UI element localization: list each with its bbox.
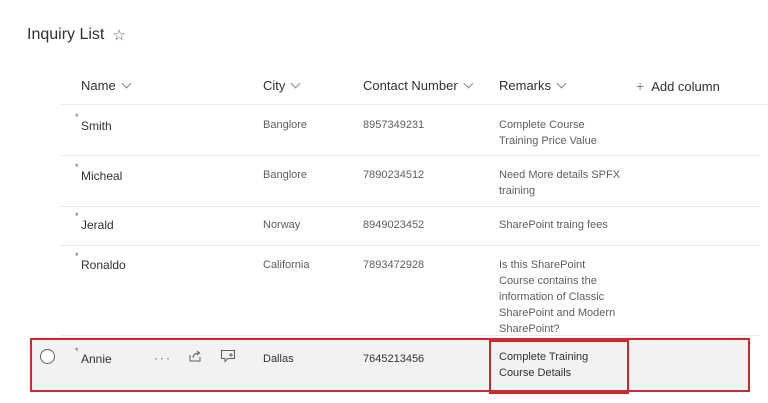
chevron-down-icon	[556, 78, 567, 89]
column-header-name[interactable]: Name	[81, 78, 132, 93]
row-city: Banglore	[263, 119, 308, 131]
column-header-city[interactable]: City	[263, 78, 301, 93]
new-item-icon: *	[75, 251, 79, 261]
column-header-label: Contact Number	[363, 78, 458, 93]
plus-icon: +	[636, 78, 645, 94]
row-remarks: Complete Course Training Price Value	[499, 119, 597, 147]
row-select-radio[interactable]	[40, 349, 55, 364]
new-item-icon: *	[75, 346, 79, 356]
chevron-down-icon	[121, 78, 132, 89]
row-name[interactable]: Annie	[81, 352, 112, 366]
share-icon[interactable]	[188, 349, 202, 365]
chevron-down-icon	[463, 78, 474, 89]
row-city: Banglore	[263, 169, 308, 181]
page-title: Inquiry List	[27, 26, 105, 43]
chevron-down-icon	[290, 78, 301, 89]
row-name[interactable]: Jerald	[81, 218, 114, 232]
column-header-label: Remarks	[499, 78, 552, 93]
comment-icon[interactable]	[220, 349, 236, 365]
row-name[interactable]: Smith	[81, 119, 112, 133]
row-city: California	[263, 259, 310, 271]
column-header-label: City	[263, 78, 286, 93]
column-header-remarks[interactable]: Remarks	[499, 78, 567, 93]
row-contact: 8957349231	[363, 119, 425, 131]
row-contact: 8949023452	[363, 219, 425, 231]
row-remarks: SharePoint traing fees	[499, 219, 608, 231]
list-title: Inquiry List ☆	[27, 26, 126, 44]
row-city: Dallas	[263, 353, 294, 365]
row-name[interactable]: Ronaldo	[81, 258, 126, 272]
column-header-label: Name	[81, 78, 116, 93]
row-contact: 7893472928	[363, 259, 425, 271]
row-contact: 7890234512	[363, 169, 425, 181]
row-contact: 7645213456	[363, 353, 425, 365]
row-city: Norway	[263, 219, 301, 231]
add-column-button[interactable]: + Add column	[636, 78, 720, 94]
column-header-contact-number[interactable]: Contact Number	[363, 78, 474, 93]
new-item-icon: *	[75, 211, 79, 221]
row-name[interactable]: Micheal	[81, 169, 122, 183]
new-item-icon: *	[75, 162, 79, 172]
remarks-highlight-box	[489, 340, 629, 394]
add-column-label: Add column	[651, 78, 720, 94]
row-remarks: Need More details SPFX training	[499, 169, 621, 197]
star-icon[interactable]: ☆	[112, 28, 125, 43]
new-item-icon: *	[75, 112, 79, 122]
row-remarks: Is this SharePoint Course contains the i…	[499, 259, 616, 335]
more-options-icon[interactable]: ···	[154, 352, 172, 364]
